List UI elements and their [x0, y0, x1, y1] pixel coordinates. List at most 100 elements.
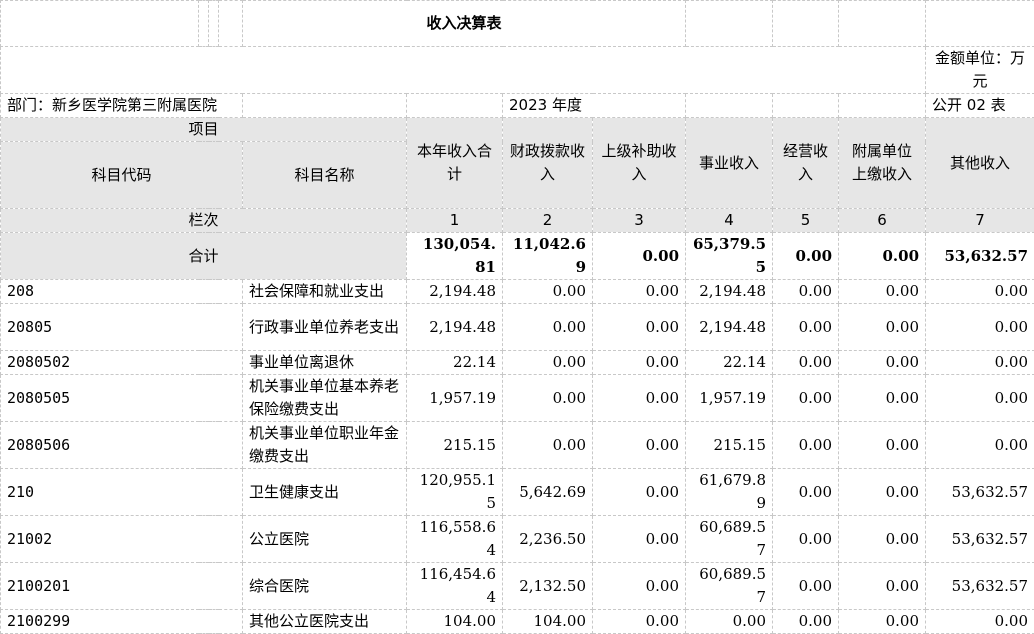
amount-cell: 1,957.19: [686, 375, 773, 422]
blank-cell: [199, 1, 209, 47]
amount-cell: 0.00: [926, 375, 1034, 422]
amount-cell: 0.00: [839, 351, 926, 375]
table-row: 2080505机关事业单位基本养老保险缴费支出1,957.190.000.001…: [1, 375, 1034, 422]
table-row: 21002公立医院116,558.642,236.500.0060,689.57…: [1, 516, 1034, 563]
amount-cell: 60,689.57: [686, 516, 773, 563]
amount-cell: 53,632.57: [926, 516, 1034, 563]
subject-code: 2100299: [1, 610, 243, 634]
subject-name: 卫生健康支出: [243, 469, 407, 516]
amount-cell: 0.00: [593, 610, 686, 634]
column-number: 7: [926, 209, 1034, 233]
table-row: 2100201综合医院116,454.642,132.500.0060,689.…: [1, 563, 1034, 610]
total-value: 130,054.81: [407, 233, 503, 280]
amount-cell: 0.00: [839, 469, 926, 516]
amount-cell: 2,194.48: [686, 280, 773, 304]
total-value: 11,042.69: [503, 233, 593, 280]
header-business: 事业收入: [686, 118, 773, 209]
amount-cell: 0.00: [593, 304, 686, 351]
amount-cell: 1,957.19: [407, 375, 503, 422]
amount-cell: 0.00: [773, 351, 839, 375]
amount-cell: 116,558.64: [407, 516, 503, 563]
amount-cell: 5,642.69: [503, 469, 593, 516]
amount-cell: 2,132.50: [503, 563, 593, 610]
amount-cell: 0.00: [773, 280, 839, 304]
amount-cell: 0.00: [773, 563, 839, 610]
amount-cell: 0.00: [503, 351, 593, 375]
subject-code: 2080502: [1, 351, 243, 375]
fiscal-year-label: 2023 年度: [503, 94, 686, 118]
header-upper: 上级补助收入: [593, 118, 686, 209]
amount-cell: 0.00: [773, 469, 839, 516]
subject-code: 21002: [1, 516, 243, 563]
total-label: 合计: [1, 233, 407, 280]
amount-cell: 215.15: [686, 422, 773, 469]
amount-cell: 0.00: [503, 304, 593, 351]
subject-name: 行政事业单位养老支出: [243, 304, 407, 351]
amount-cell: 2,236.50: [503, 516, 593, 563]
amount-cell: 0.00: [839, 563, 926, 610]
amount-cell: 0.00: [839, 610, 926, 634]
blank-cell: [209, 1, 219, 47]
subject-name: 事业单位离退休: [243, 351, 407, 375]
amount-cell: 104.00: [503, 610, 593, 634]
amount-cell: 22.14: [407, 351, 503, 375]
blank-cell: [219, 1, 243, 47]
table-row: 20805行政事业单位养老支出2,194.480.000.002,194.480…: [1, 304, 1034, 351]
header-code: 科目代码: [1, 142, 243, 209]
amount-cell: 0.00: [839, 375, 926, 422]
column-number-label: 栏次: [1, 209, 407, 233]
subject-code: 20805: [1, 304, 243, 351]
subject-code: 2080505: [1, 375, 243, 422]
table-row: 2100299其他公立医院支出104.00104.000.000.000.000…: [1, 610, 1034, 634]
total-value: 0.00: [773, 233, 839, 280]
amount-cell: 0.00: [773, 610, 839, 634]
report-title: 收入决算表: [243, 1, 686, 47]
amount-cell: 0.00: [503, 375, 593, 422]
subject-code: 210: [1, 469, 243, 516]
total-value: 0.00: [839, 233, 926, 280]
subject-name: 机关事业单位职业年金缴费支出: [243, 422, 407, 469]
amount-cell: 2,194.48: [407, 304, 503, 351]
amount-cell: 0.00: [593, 351, 686, 375]
blank-cell: [243, 94, 407, 118]
blank-cell: [839, 94, 926, 118]
blank-row: [1, 47, 926, 94]
form-number-label: 公开 02 表: [926, 94, 1034, 118]
blank-cell: [773, 1, 839, 47]
amount-cell: 116,454.64: [407, 563, 503, 610]
header-item: 项目: [1, 118, 407, 142]
blank-cell: [773, 94, 839, 118]
amount-cell: 0.00: [593, 280, 686, 304]
header-name: 科目名称: [243, 142, 407, 209]
column-number: 6: [839, 209, 926, 233]
subject-name: 其他公立医院支出: [243, 610, 407, 634]
header-total: 本年收入合计: [407, 118, 503, 209]
amount-cell: 0.00: [839, 280, 926, 304]
amount-cell: 0.00: [839, 304, 926, 351]
amount-cell: 0.00: [503, 280, 593, 304]
subject-code: 2100201: [1, 563, 243, 610]
subject-name: 机关事业单位基本养老保险缴费支出: [243, 375, 407, 422]
blank-cell: [407, 94, 503, 118]
amount-cell: 0.00: [593, 516, 686, 563]
amount-cell: 2,194.48: [407, 280, 503, 304]
amount-cell: 53,632.57: [926, 563, 1034, 610]
amount-cell: 60,689.57: [686, 563, 773, 610]
total-value: 0.00: [593, 233, 686, 280]
department-label: 部门：新乡医学院第三附属医院: [1, 94, 243, 118]
amount-cell: 53,632.57: [926, 469, 1034, 516]
amount-cell: 0.00: [926, 610, 1034, 634]
amount-cell: 0.00: [593, 422, 686, 469]
amount-cell: 0.00: [926, 351, 1034, 375]
unit-label: 金额单位：万元: [926, 47, 1034, 94]
amount-cell: 2,194.48: [686, 304, 773, 351]
amount-cell: 120,955.15: [407, 469, 503, 516]
amount-cell: 0.00: [686, 610, 773, 634]
amount-cell: 0.00: [839, 516, 926, 563]
amount-cell: 0.00: [773, 516, 839, 563]
amount-cell: 0.00: [773, 304, 839, 351]
amount-cell: 0.00: [926, 422, 1034, 469]
blank-cell: [839, 1, 926, 47]
amount-cell: 0.00: [773, 375, 839, 422]
header-fiscal: 财政拨款收入: [503, 118, 593, 209]
